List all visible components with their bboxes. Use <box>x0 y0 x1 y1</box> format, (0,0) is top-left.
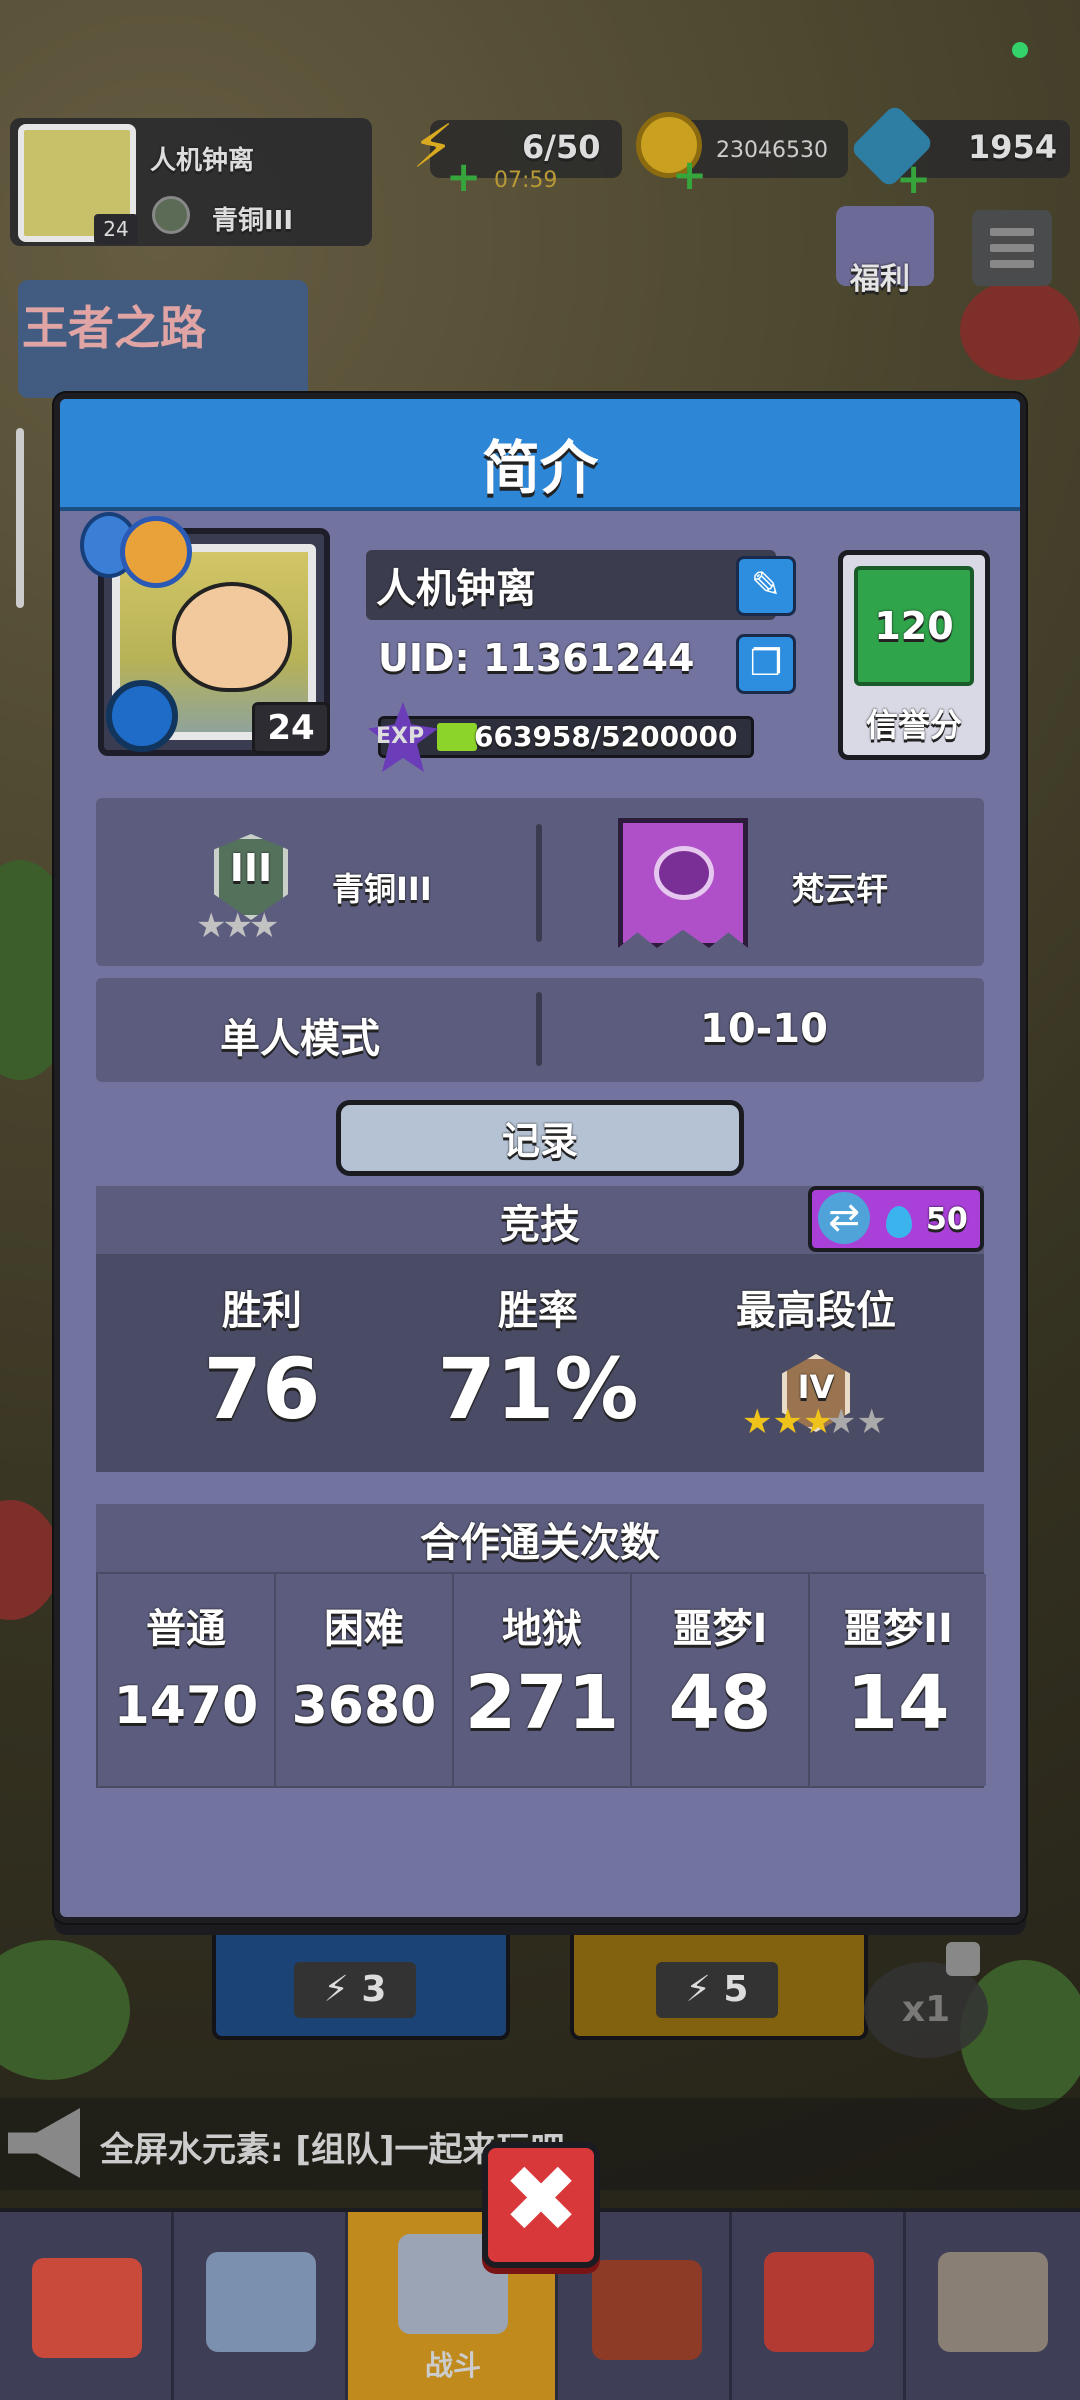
mode-value: 10-10 <box>700 1006 828 1052</box>
menu-button[interactable] <box>972 210 1052 286</box>
swirl-icon <box>106 680 178 752</box>
background-bush <box>960 280 1080 380</box>
exp-bar-fill <box>437 723 477 751</box>
coin-value: 23046530 <box>716 138 828 163</box>
guild-banner-icon <box>764 2252 874 2352</box>
highest-rank-stars-filled: ★★★ <box>742 1402 834 1442</box>
water-drop-icon <box>886 1206 912 1238</box>
win-rate-label: 胜率 <box>498 1288 578 1334</box>
welfare-button[interactable]: 福利 <box>836 196 934 297</box>
coop-nightmare1-value: 48 <box>668 1660 772 1746</box>
coop-normal-label: 普通 <box>146 1606 226 1652</box>
credit-score-label: 信誉分 <box>865 706 962 744</box>
pencil-icon: ✎ <box>750 565 782 606</box>
nav-shop[interactable] <box>0 2212 174 2400</box>
nav-guild[interactable] <box>732 2212 906 2400</box>
gem-value: 1954 <box>968 128 1058 166</box>
crown-icon <box>120 516 192 588</box>
coop-cost: ⚡ 5 <box>656 1962 778 2018</box>
lightning-icon: ⚡ <box>323 1969 349 2010</box>
coop-nightmare1-label: 噩梦I <box>672 1606 768 1652</box>
coop-nightmare2-value: 14 <box>846 1660 950 1746</box>
add-energy-icon[interactable]: + <box>446 156 481 198</box>
coop-hell-label: 地狱 <box>502 1606 582 1652</box>
energy-value: 6/50 <box>522 128 601 166</box>
exp-value: 663958/5200000 <box>474 720 738 753</box>
menu-icon <box>990 228 1034 236</box>
switch-cost: 50 <box>926 1202 968 1237</box>
mode-label: 单人模式 <box>220 1016 380 1062</box>
highest-rank-badge-text: IV <box>797 1368 835 1406</box>
divider <box>536 824 542 942</box>
nav-battle-label: 战斗 <box>424 2349 481 2382</box>
rank-shield-text: III <box>229 846 273 890</box>
wins-label: 胜利 <box>222 1288 302 1334</box>
coop-hard-value: 3680 <box>291 1676 437 1736</box>
coop-hard-label: 困难 <box>324 1606 404 1652</box>
modal-title: 简介 <box>481 434 598 502</box>
castle-icon <box>938 2252 1048 2352</box>
guild-emblem-icon <box>654 846 714 900</box>
coop-hell-value: 271 <box>464 1660 620 1746</box>
avatar-level: 24 <box>252 702 330 754</box>
add-coin-icon[interactable]: + <box>672 154 707 196</box>
energy-timer: 07:59 <box>494 168 558 193</box>
hud-player-rank: 青铜III <box>212 206 294 236</box>
win-rate-value: 71% <box>437 1340 639 1438</box>
close-icon[interactable]: ✖ <box>482 2142 600 2260</box>
status-dot <box>1012 42 1028 58</box>
guild-name[interactable]: 梵云轩 <box>792 864 888 910</box>
hud-avatar-level: 24 <box>94 214 138 244</box>
coop-title: 合作通关次数 <box>420 1520 660 1566</box>
wins-value: 76 <box>203 1340 321 1438</box>
multiplier-badge: x1 <box>864 1962 988 2058</box>
rank-stars: ★★★ <box>196 906 279 946</box>
avatar-face <box>172 582 292 692</box>
player-name: 人机钟离 <box>376 566 536 612</box>
lightning-icon: ⚡ <box>685 1969 711 2010</box>
player-uid: UID: 11361244 <box>378 636 695 680</box>
copy-uid-button[interactable]: ❐ <box>736 634 796 694</box>
coop-nightmare2-label: 噩梦II <box>843 1606 953 1652</box>
nav-castle[interactable] <box>906 2212 1080 2400</box>
shop-icon <box>32 2258 142 2358</box>
exp-label: EXP <box>376 724 425 749</box>
swap-icon: ⇄ <box>818 1192 870 1244</box>
highest-rank-stars-empty: ★★ <box>826 1402 887 1442</box>
nav-cards[interactable] <box>174 2212 348 2400</box>
cards-icon <box>206 2252 316 2352</box>
rank-shield-icon <box>152 196 190 234</box>
trophy-icon <box>592 2260 702 2360</box>
highest-rank-label: 最高段位 <box>736 1288 896 1334</box>
lock-icon <box>946 1942 980 1976</box>
edit-name-button[interactable]: ✎ <box>736 556 796 616</box>
scroll-indicator <box>16 428 24 608</box>
copy-icon: ❐ <box>749 643 783 684</box>
hud-player-name: 人机钟离 <box>150 146 255 176</box>
coop-normal-value: 1470 <box>113 1676 259 1736</box>
add-gem-icon[interactable]: + <box>896 158 931 200</box>
rank-name: 青铜III <box>332 870 432 908</box>
road-to-king-label: 王者之路 <box>22 301 206 355</box>
welfare-label: 福利 <box>850 262 910 297</box>
credit-score-value: 120 <box>854 566 974 686</box>
records-button-label: 记录 <box>501 1119 578 1163</box>
competitive-cost: ⚡ 3 <box>294 1962 416 2018</box>
divider <box>536 992 542 1066</box>
